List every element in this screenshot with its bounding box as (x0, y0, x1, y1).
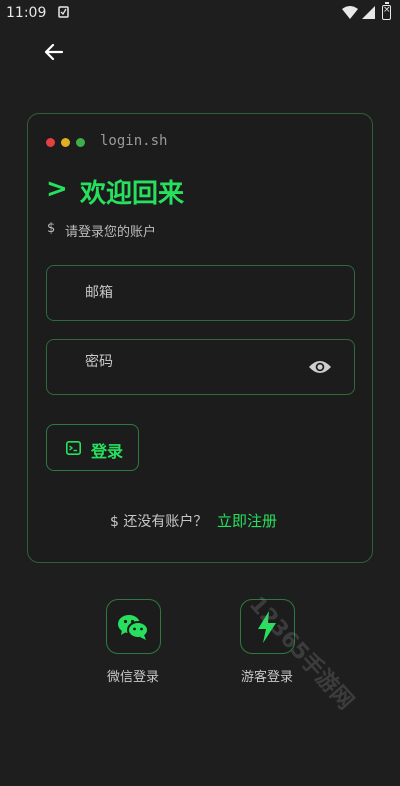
back-arrow-icon[interactable] (38, 36, 70, 68)
page-title: 欢迎回来 (80, 179, 185, 209)
window-title: login.sh (100, 133, 168, 149)
password-field[interactable] (46, 339, 355, 395)
login-card: login.sh > 欢迎回来 $ 请登录您的账户 登录 $ 还没有账户？ 立即… (27, 113, 373, 563)
eye-icon[interactable] (308, 357, 332, 377)
login-button[interactable]: 登录 (46, 424, 139, 471)
status-bar: 11:09 × (0, 0, 400, 28)
register-question: $ 还没有账户？ (110, 514, 208, 530)
email-input[interactable] (47, 266, 354, 320)
wifi-icon (342, 6, 358, 19)
prompt-symbol: > (46, 174, 68, 204)
notification-icon (58, 6, 69, 18)
login-button-label: 登录 (91, 442, 124, 461)
subtitle-prefix: $ (47, 221, 56, 236)
page-subtitle: 请登录您的账户 (65, 225, 157, 240)
maximize-dot (76, 138, 85, 147)
terminal-icon (66, 441, 81, 455)
wechat-login-label: 微信登录 (106, 670, 159, 685)
register-link[interactable]: 立即注册 (217, 510, 277, 531)
minimize-dot (61, 138, 70, 147)
watermark: 12365手游网 (243, 592, 358, 715)
battery-icon: × (382, 2, 391, 20)
close-dot (46, 138, 55, 147)
email-field[interactable] (46, 265, 355, 321)
wechat-icon (118, 614, 149, 640)
status-time: 11:09 (6, 5, 47, 21)
wechat-login[interactable]: 微信登录 (93, 599, 173, 685)
signal-icon (362, 6, 375, 19)
wechat-login-button[interactable] (105, 599, 161, 654)
